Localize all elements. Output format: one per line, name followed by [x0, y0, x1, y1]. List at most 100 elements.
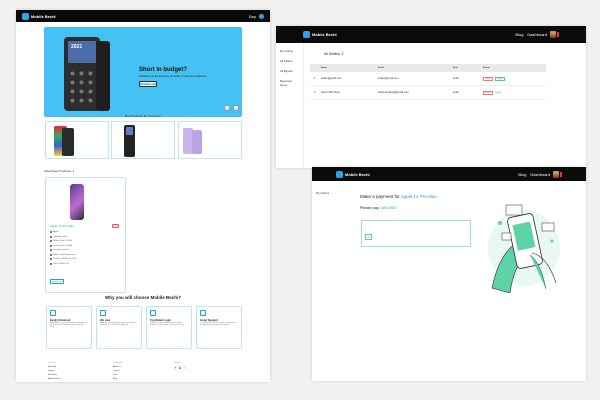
feature-text: Our support team is here to answer every…: [200, 323, 236, 327]
store-navbar: Mobile Bechi Buy: [16, 10, 270, 22]
hero-phone-screen: 2021: [68, 41, 96, 63]
spec-text: Apple: [53, 231, 59, 234]
table-row: 2 Tanjim Bin Reza tanjimreza122@gmail.co…: [310, 86, 546, 100]
hero-title: Short in budget?: [139, 67, 187, 73]
list-icon: [150, 310, 156, 316]
footer-company: Company About us Contact Jobs Blog: [113, 362, 122, 382]
spec-icon: [50, 258, 52, 261]
column-header: Name: [321, 67, 327, 69]
product-spec-list: Apple Condition: New Market Price: 1200$…: [50, 230, 76, 266]
nav-dashboard[interactable]: Dashboard: [527, 32, 547, 37]
support-icon: [200, 310, 206, 316]
store-screenshot: Mobile Bechi Buy 2021 Short in budget? I…: [16, 10, 270, 382]
payment-title-prefix: Make a payment for: [360, 194, 400, 199]
row-index: 2: [314, 91, 316, 94]
footer-heading: Services: [48, 362, 57, 364]
page-title: All Sellers: 2: [324, 52, 344, 56]
hero-phone-image: 2021: [64, 37, 100, 111]
nokia-screen: [126, 127, 133, 135]
avatar[interactable]: [550, 31, 556, 38]
payment-title: Make a payment for Apple 14 Pro Max: [360, 194, 437, 199]
column-header: Email: [378, 67, 384, 69]
feature-card: Top Rated Login Mobile Bechi gives login…: [146, 306, 192, 349]
spec-text: Condition: New: [53, 235, 68, 238]
facebook-icon[interactable]: f: [184, 366, 185, 370]
feature-card: We care Mobile Bechi cares for every buy…: [96, 306, 142, 349]
spec-icon: [50, 240, 52, 243]
nav-dashboard[interactable]: Dashboard: [530, 172, 550, 177]
sidebar-item-reported[interactable]: Reported Items: [280, 79, 299, 89]
row-actions: Delete Verify: [483, 76, 546, 81]
seller-email: tanjimreza122@gmail.com: [378, 91, 409, 94]
spec-text: Posted: 2023-01-19, 8:26: [53, 258, 77, 261]
product-badge[interactable]: Rent: [112, 224, 119, 228]
nav-blog[interactable]: Blog: [518, 172, 526, 177]
brand[interactable]: Mobile Bechi: [22, 12, 56, 20]
verify-button[interactable]: Verify: [495, 76, 505, 81]
delete-button[interactable]: Delete: [483, 76, 493, 81]
hero-purchase-button[interactable]: Purchase now: [139, 81, 157, 87]
google-phone-back-image: [62, 128, 74, 156]
avatar[interactable]: [553, 170, 559, 178]
sidebar-item-orders[interactable]: My Orders: [280, 49, 299, 59]
admin-sidebar: My Orders All Sellers All Buyers Reporte…: [276, 43, 304, 168]
pay-button[interactable]: Pay: [365, 234, 372, 240]
nav-blog[interactable]: Blog: [515, 32, 523, 37]
card-input-box[interactable]: Pay: [361, 220, 471, 247]
hero-prev-button[interactable]: ‹: [224, 105, 230, 111]
hero-next-button[interactable]: ›: [233, 105, 239, 111]
footer-heading: Social: [174, 362, 180, 364]
footer-link[interactable]: Advertisement: [48, 378, 61, 382]
category-heading: Buy Products By Company: [125, 114, 161, 118]
spec-icon: [50, 235, 52, 238]
spec-icon: [50, 253, 52, 256]
feature-title: Easily Returned: [50, 319, 71, 322]
hero-phone-side-image: [96, 41, 110, 111]
product-name: Apple 14 Pro Max: [50, 224, 74, 228]
brand[interactable]: Mobile Bechi: [336, 170, 370, 178]
seller-email: seller@gmail.com: [378, 77, 399, 80]
delete-button[interactable]: Delete: [483, 90, 493, 95]
category-card-nokia[interactable]: [111, 121, 175, 159]
spec-text: Location: Lahore: [53, 249, 69, 252]
feature-title: Top Rated Login: [150, 319, 171, 322]
sidebar-item-buyers[interactable]: All Buyers: [280, 69, 299, 79]
sidebar-item-sellers[interactable]: All Sellers: [280, 59, 299, 69]
footer-services: Services Branding Design Marketing Adver…: [48, 362, 61, 382]
spec-text: Market Price: 1200$: [53, 240, 72, 243]
spec-text: Resale Price: 1000$: [53, 244, 72, 247]
footer-link[interactable]: Blog: [113, 378, 122, 382]
sidebar-item-orders[interactable]: My Orders: [316, 191, 329, 195]
sellers-table: Name Email Role Action 1 seller@gmail.co…: [310, 64, 546, 100]
brand-logo-icon: [303, 31, 310, 38]
nokia-phone-image: [124, 125, 135, 157]
payment-amount: Please pay 1000 BDT: [360, 206, 397, 210]
youtube-icon[interactable]: ▶: [179, 366, 182, 370]
menu-icon[interactable]: [560, 171, 562, 177]
book-now-button[interactable]: Book Now: [50, 279, 64, 284]
feature-title: Great Support: [200, 319, 219, 322]
column-header: Action: [483, 67, 490, 69]
row-actions: Delete Verified: [483, 90, 546, 95]
category-card-google[interactable]: [45, 121, 109, 159]
feature-text: Mobile Bechi cares for every buyer. Ever…: [100, 323, 137, 327]
menu-icon[interactable]: [557, 32, 559, 37]
twitter-icon[interactable]: ✦: [174, 366, 177, 370]
social-links: ✦ ▶ f: [174, 366, 185, 370]
hero-subtitle: Instalment on the purchase of mobile on …: [139, 75, 207, 78]
brand[interactable]: Mobile Bechi: [303, 31, 337, 38]
spec-icon: [50, 249, 52, 252]
seller-role: seller: [453, 91, 460, 94]
spec-row: Year: 2023-01-19: [50, 262, 76, 267]
iphone-image-2: [192, 130, 202, 154]
feature-text: Mobile Bechi gives login from several tr…: [150, 323, 185, 327]
category-card-apple[interactable]: [178, 121, 242, 159]
feature-card: Great Support Our support team is here t…: [196, 306, 242, 349]
user-icon[interactable]: [259, 13, 264, 19]
footer-social: Social ✦ ▶ f: [174, 362, 185, 370]
advertised-heading: Advertised Products: 1: [44, 169, 75, 173]
product-card[interactable]: Apple 14 Pro Max Rent Apple Condition: N…: [45, 177, 126, 293]
payment-navbar: Mobile Bechi Blog Dashboard: [312, 167, 586, 181]
nav-link[interactable]: Buy: [249, 14, 256, 19]
column-header: Role: [453, 67, 458, 69]
